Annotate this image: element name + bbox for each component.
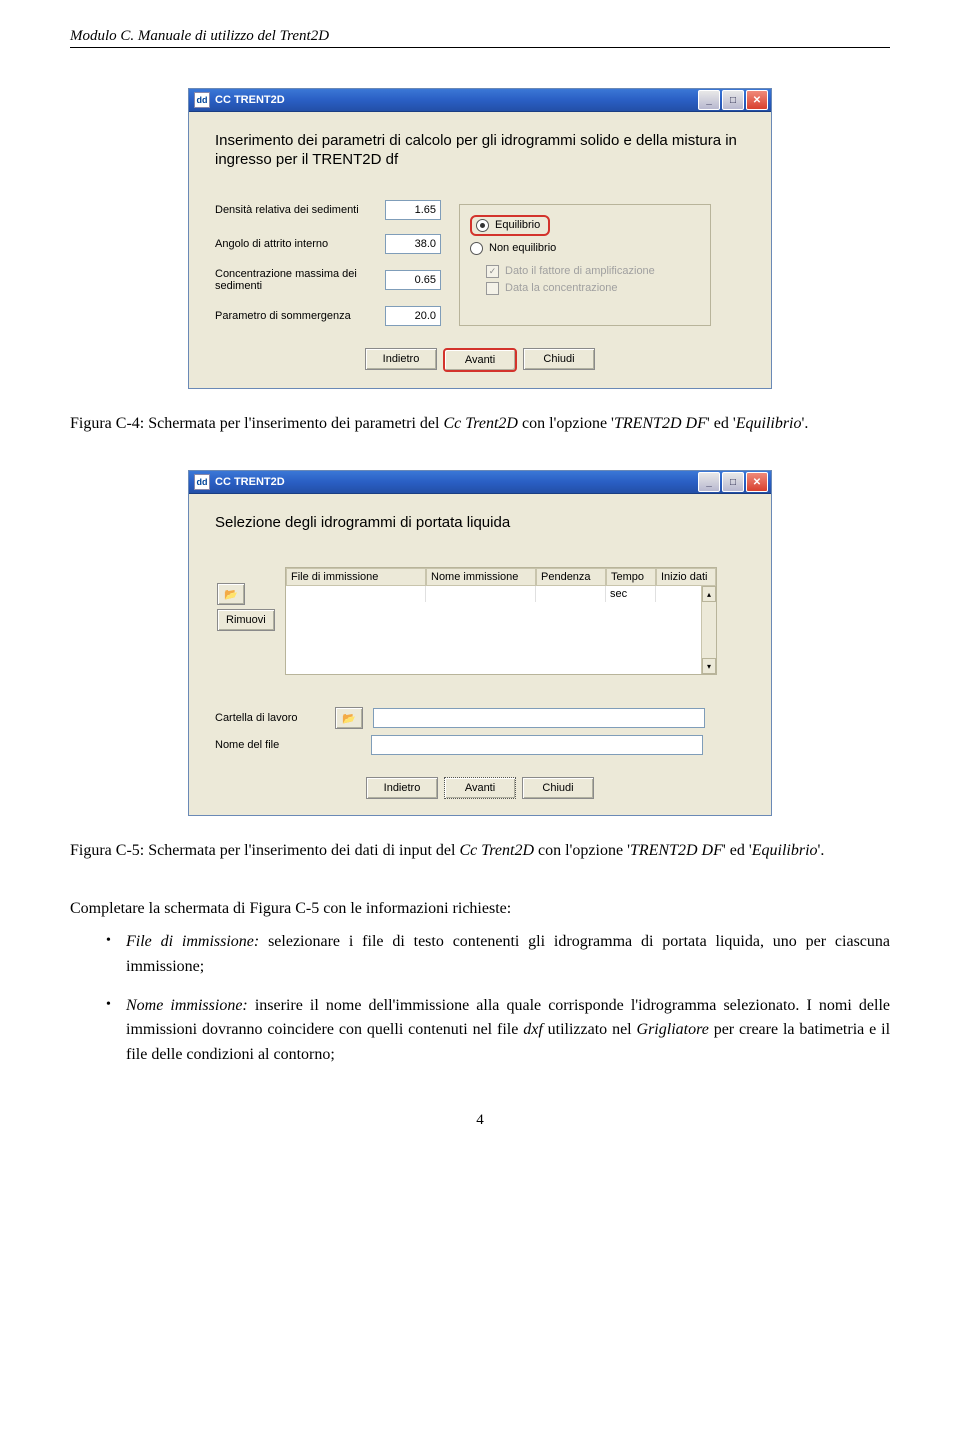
input-cartella[interactable]	[373, 708, 705, 728]
checkbox-fattore-amp[interactable]	[486, 265, 499, 278]
intro-paragraph: Completare la schermata di Figura C-5 co…	[70, 898, 890, 920]
input-concentrazione[interactable]: 0.65	[385, 270, 441, 290]
label-densita: Densità relativa dei sedimenti	[215, 204, 385, 216]
radio-equilibrio-highlight: Equilibrio	[470, 215, 550, 236]
scroll-down-icon[interactable]: ▾	[702, 658, 716, 674]
figure-c4-caption: Figura C-4: Schermata per l'inserimento …	[70, 413, 890, 435]
checkbox-fattore-amp-label: Dato il fattore di amplificazione	[505, 265, 655, 277]
input-nome-file[interactable]	[371, 735, 703, 755]
col-pendenza[interactable]: Pendenza	[536, 568, 606, 586]
bullet-nome-immissione: Nome immissione: inserire il nome dell'i…	[106, 994, 890, 1068]
folder-open-icon: 📂	[224, 588, 238, 601]
maximize-button[interactable]: □	[722, 472, 744, 492]
indietro-button[interactable]: Indietro	[365, 348, 437, 370]
app-icon: dd	[194, 474, 210, 490]
label-sommergenza: Parametro di sommergenza	[215, 310, 385, 322]
radio-non-equilibrio[interactable]	[470, 242, 483, 255]
grid-scrollbar[interactable]: ▴ ▾	[701, 586, 716, 674]
input-sommergenza[interactable]: 20.0	[385, 306, 441, 326]
indietro-button-2[interactable]: Indietro	[366, 777, 438, 799]
open-folder-button[interactable]: 📂	[217, 583, 245, 605]
col-file[interactable]: File di immissione	[286, 568, 426, 586]
checkbox-concentrazione[interactable]	[486, 282, 499, 295]
minimize-button[interactable]: _	[698, 472, 720, 492]
label-concentrazione: Concentrazione massima dei sedimenti	[215, 268, 385, 292]
avanti-button[interactable]: Avanti	[443, 348, 517, 372]
figure-c5-caption: Figura C-5: Schermata per l'inserimento …	[70, 840, 890, 862]
bullet-file-immissione: File di immissione: selezionare i file d…	[106, 930, 890, 980]
window-title-2: CC TRENT2D	[215, 476, 285, 488]
label-angolo: Angolo di attrito interno	[215, 238, 385, 250]
chiudi-button-2[interactable]: Chiudi	[522, 777, 594, 799]
file-grid: File di immissione Nome immissione Pende…	[285, 567, 717, 675]
table-row[interactable]: sec 1	[286, 586, 716, 602]
window-cc-trent2d-params: dd CC TRENT2D _ □ ✕ Inserimento dei para…	[188, 88, 772, 389]
browse-cartella-button[interactable]: 📂	[335, 707, 363, 729]
label-cartella: Cartella di lavoro	[215, 712, 325, 724]
minimize-button[interactable]: _	[698, 90, 720, 110]
close-button[interactable]: ✕	[746, 90, 768, 110]
label-nome-file: Nome del file	[215, 739, 325, 751]
rimuovi-button[interactable]: Rimuovi	[217, 609, 275, 631]
scroll-up-icon[interactable]: ▴	[702, 586, 716, 602]
input-angolo[interactable]: 38.0	[385, 234, 441, 254]
window-cc-trent2d-idrogrammi: dd CC TRENT2D _ □ ✕ Selezione degli idro…	[188, 470, 772, 816]
titlebar: dd CC TRENT2D _ □ ✕	[189, 89, 771, 112]
dialog-heading: Inserimento dei parametri di calcolo per…	[215, 132, 745, 170]
close-button[interactable]: ✕	[746, 472, 768, 492]
app-icon: dd	[194, 92, 210, 108]
input-densita[interactable]: 1.65	[385, 200, 441, 220]
window-title: CC TRENT2D	[215, 94, 285, 106]
page-header: Modulo C. Manuale di utilizzo del Trent2…	[70, 28, 890, 48]
col-inizio[interactable]: Inizio dati	[656, 568, 716, 586]
maximize-button[interactable]: □	[722, 90, 744, 110]
avanti-button-2[interactable]: Avanti	[444, 777, 516, 799]
folder-open-icon: 📂	[342, 712, 356, 725]
page-number: 4	[70, 1112, 890, 1129]
cell-tempo-unit: sec	[606, 586, 656, 602]
checkbox-concentrazione-label: Data la concentrazione	[505, 282, 618, 294]
equilibrio-group: Equilibrio Non equilibrio Dato il fattor…	[459, 204, 711, 326]
radio-non-equilibrio-label: Non equilibrio	[489, 242, 556, 254]
col-tempo[interactable]: Tempo	[606, 568, 656, 586]
chiudi-button[interactable]: Chiudi	[523, 348, 595, 370]
radio-equilibrio[interactable]	[476, 219, 489, 232]
titlebar-2: dd CC TRENT2D _ □ ✕	[189, 471, 771, 494]
col-nome[interactable]: Nome immissione	[426, 568, 536, 586]
dialog-heading-2: Selezione degli idrogrammi di portata li…	[215, 514, 745, 531]
radio-equilibrio-label: Equilibrio	[495, 219, 540, 231]
